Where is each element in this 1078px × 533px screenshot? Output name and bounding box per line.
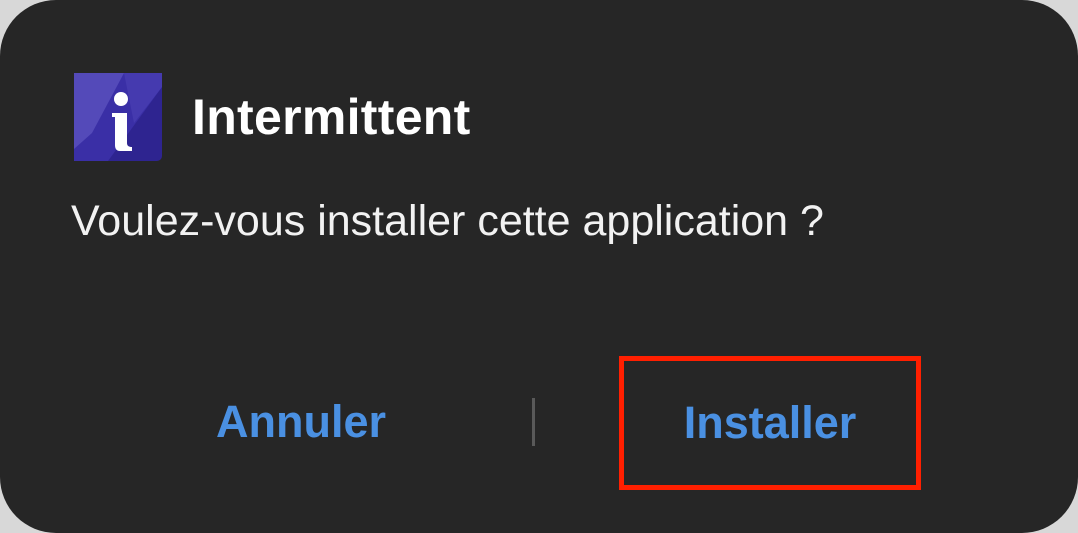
install-dialog: Intermittent Voulez-vous installer cette… [0,0,1078,533]
app-name: Intermittent [192,89,471,145]
dialog-actions: Annuler Installer [0,356,1078,490]
app-logo-icon [74,73,162,161]
button-divider [532,398,535,446]
install-button[interactable]: Installer [619,356,921,490]
dialog-header: Intermittent [74,73,471,161]
install-prompt: Voulez-vous installer cette application … [71,197,824,245]
cancel-button[interactable]: Annuler [100,360,502,484]
